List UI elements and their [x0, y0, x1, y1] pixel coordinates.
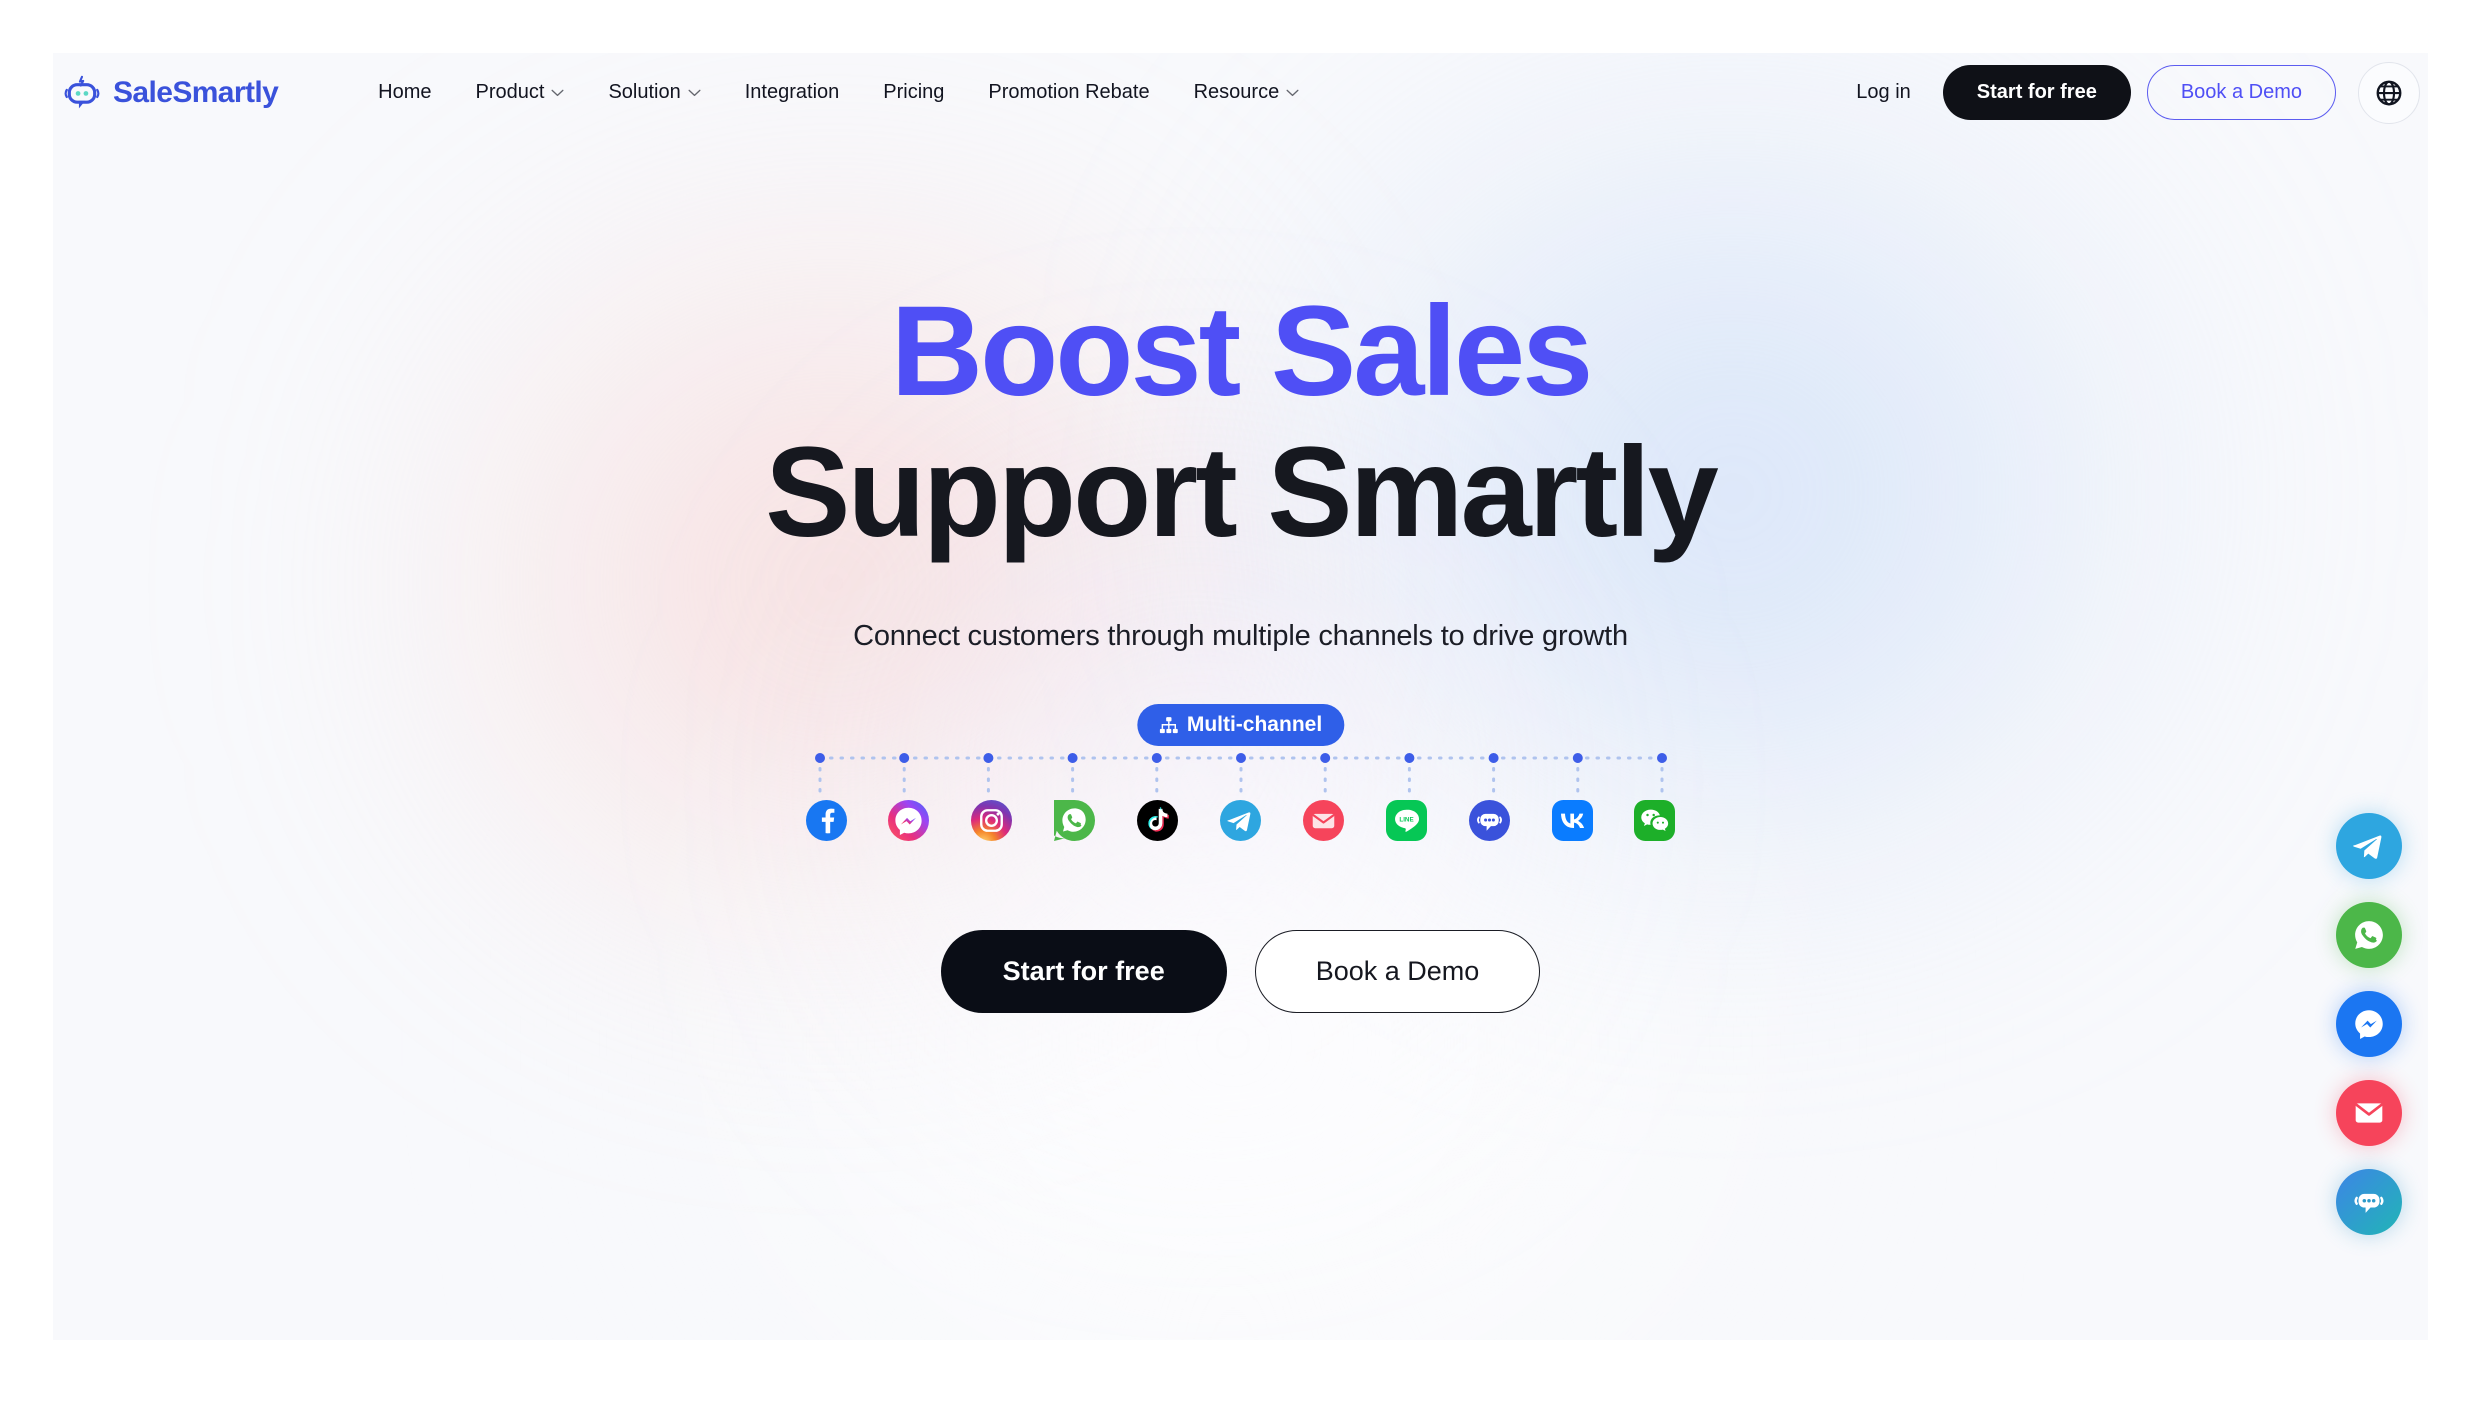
globe-icon — [2376, 80, 2402, 105]
nav-item-home[interactable]: Home — [356, 73, 453, 112]
header-book-a-demo-button[interactable]: Book a Demo — [2146, 65, 2336, 120]
header-start-for-free-button[interactable]: Start for free — [1942, 65, 2131, 120]
nav-item-resource[interactable]: Resource — [1172, 73, 1322, 112]
svg-text:LINE: LINE — [1399, 817, 1413, 824]
chat-bot-icon — [2354, 1193, 2384, 1213]
nav-item-pricing[interactable]: Pricing — [861, 73, 966, 112]
floating-whatsapp-button[interactable] — [2336, 902, 2402, 968]
nav-item-integration[interactable]: Integration — [723, 73, 862, 112]
nav-item-product[interactable]: Product — [454, 73, 587, 112]
messenger-icon — [2355, 1010, 2383, 1040]
brand-name: SaleSmartly — [113, 75, 279, 109]
nav-label: Resource — [1193, 81, 1280, 103]
floating-contact-rail — [2336, 813, 2402, 1235]
hero-subheadline: Connect customers through multiple chann… — [853, 620, 1628, 653]
nav-item-solution[interactable]: Solution — [586, 73, 722, 112]
instagram-icon[interactable] — [971, 800, 1013, 842]
chevron-down-icon — [1286, 89, 1299, 96]
email-icon — [2355, 1103, 2383, 1123]
nav-label: Integration — [744, 81, 840, 103]
floating-telegram-button[interactable] — [2336, 813, 2402, 879]
floating-messenger-button[interactable] — [2336, 991, 2402, 1057]
page-root: SaleSmartly Home Product Solution Integr… — [53, 53, 2428, 1340]
nav-label: Home — [378, 81, 432, 103]
chevron-down-icon — [688, 89, 701, 96]
robot-chat-icon — [64, 75, 100, 108]
facebook-icon[interactable] — [805, 800, 847, 842]
nav-label: Solution — [608, 81, 681, 103]
site-header: SaleSmartly Home Product Solution Integr… — [53, 53, 2428, 132]
chat-bot-icon[interactable] — [1468, 800, 1510, 842]
chevron-down-icon — [551, 89, 564, 96]
login-link[interactable]: Log in — [1832, 73, 1935, 112]
wechat-icon[interactable] — [1634, 800, 1676, 842]
hero-cta-row: Start for free Book a Demo — [53, 930, 2428, 1014]
channel-icon-row: LINE — [805, 800, 1676, 842]
nav-label: Promotion Rebate — [988, 81, 1150, 103]
hero-headline-line1: Boost Sales — [890, 280, 1594, 423]
sitemap-icon — [1159, 716, 1178, 733]
email-icon[interactable] — [1302, 800, 1344, 842]
floating-live-chat-button[interactable] — [2336, 1169, 2402, 1235]
multi-channel-diagram: Multi-channel LINE — [805, 704, 1676, 860]
vk-icon[interactable] — [1551, 800, 1593, 842]
whatsapp-icon[interactable] — [1054, 800, 1096, 842]
brand-logo[interactable]: SaleSmartly — [61, 72, 279, 114]
language-switcher-button[interactable] — [2358, 61, 2420, 124]
floating-email-button[interactable] — [2336, 1080, 2402, 1146]
nav-item-promotion-rebate[interactable]: Promotion Rebate — [966, 73, 1171, 112]
whatsapp-icon — [2355, 921, 2383, 949]
hero-book-a-demo-button[interactable]: Book a Demo — [1254, 930, 1541, 1014]
channel-connector-lines — [814, 753, 1667, 800]
telegram-icon — [2353, 835, 2382, 859]
hero-section: Boost Sales Support Smartly Connect cust… — [53, 132, 2428, 1014]
nav-label: Pricing — [883, 81, 945, 103]
messenger-icon[interactable] — [888, 800, 930, 842]
telegram-icon[interactable] — [1219, 800, 1261, 842]
tiktok-icon[interactable] — [1137, 800, 1179, 842]
line-icon[interactable]: LINE — [1385, 800, 1427, 842]
nav-label: Product — [475, 81, 545, 103]
multi-channel-badge-label: Multi-channel — [1186, 713, 1323, 737]
hero-start-for-free-button[interactable]: Start for free — [940, 930, 1227, 1014]
hero-headline-line2: Support Smartly — [765, 420, 1719, 564]
multi-channel-badge[interactable]: Multi-channel — [1136, 704, 1345, 747]
header-actions: Log in Start for free Book a Demo — [1832, 61, 2420, 124]
main-navigation: Home Product Solution Integration Pricin… — [356, 73, 1321, 112]
